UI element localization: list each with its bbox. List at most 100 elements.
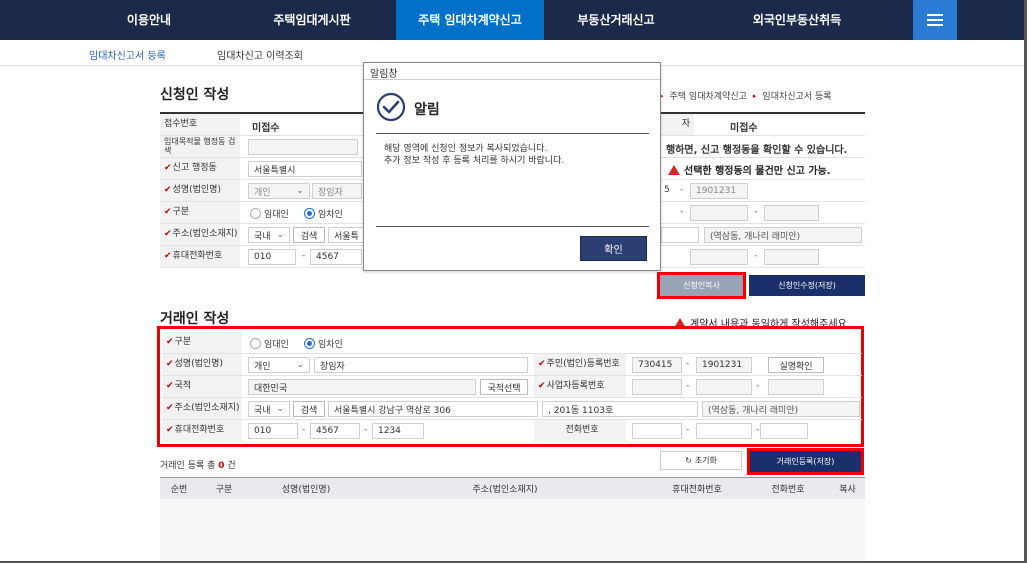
trader-verify-button[interactable]: 실명확인 — [768, 357, 824, 373]
trader-resident-label: ✔ 주민(법인)등록번호 — [534, 354, 626, 375]
col-mobile: 휴대전화번호 — [672, 485, 722, 495]
trader-count: 거래인 등록 총 0 건 — [160, 461, 236, 471]
search-input[interactable] — [248, 139, 358, 155]
trader-phone-part1[interactable]: 010 — [248, 423, 298, 439]
dash: - — [686, 359, 690, 369]
addr-search-button[interactable]: 검색 — [293, 227, 325, 243]
nav-item-foreigner[interactable]: 외국인부동산취득 — [722, 0, 872, 40]
trader-biz-part1[interactable] — [632, 379, 682, 395]
trader-type-row: ✔ 구분 임대인 임차인 — [162, 332, 862, 354]
save-applicant-button[interactable]: 신청인수정(저장) — [749, 275, 865, 296]
addr-label: ✔ 주소(법인소재지) — [160, 224, 240, 245]
trader-name-row: ✔성명(법인명) 개인 장임자 ✔주민(법인)등록번호 730415 - 190… — [162, 354, 862, 376]
trader-phone-part3[interactable]: 1234 — [372, 423, 424, 439]
trader-radio-tenant[interactable]: 임차인 — [304, 337, 343, 350]
receipt-right-value: 미접수 — [730, 123, 758, 134]
trader-nation-row: ✔ 국적 대한민국 국적선택 ✔ 사업자등록번호 - - — [162, 376, 862, 398]
trader-name-label: ✔ 성명(법인명) — [162, 354, 242, 375]
check-circle-icon — [376, 92, 406, 122]
trader-addr-row: ✔주소(법인소재지) 국내 검색 서울특별시 강남구 역삼로 306 , 201… — [162, 398, 862, 420]
trader-nation-input[interactable]: 대한민국 — [248, 379, 476, 395]
refresh-icon: ↻ — [685, 456, 692, 465]
trader-nation-button[interactable]: 국적선택 — [480, 379, 528, 395]
trader-radio-landlord[interactable]: 임대인 — [250, 337, 289, 350]
trader-resident-part2[interactable]: 1901231 — [696, 357, 752, 373]
trader-tel-part3[interactable] — [760, 423, 808, 439]
dialog-message-line: 추가 정보 작성 후 등록 처리를 하시기 바랍니다. — [384, 156, 565, 167]
extra-input-2[interactable] — [764, 205, 819, 221]
addr-input[interactable]: 서울특 — [328, 227, 364, 243]
col-type: 구분 — [215, 485, 233, 495]
col-name: 성명(법인명) — [281, 485, 331, 495]
trader-addr-detail-input[interactable]: , 201동 1103호 — [542, 401, 698, 417]
phone-part2[interactable]: 4567 — [310, 249, 362, 265]
reset-button[interactable]: ↻ 초기화 — [660, 451, 742, 470]
tel-part2[interactable] — [690, 249, 748, 265]
trader-addr-country-select[interactable]: 국내 — [248, 401, 290, 417]
trader-tel-part1[interactable] — [632, 423, 682, 439]
breadcrumb-item[interactable]: 주택 임대차계약신고 — [670, 89, 747, 102]
receipt-label: 접수번호 — [160, 114, 240, 135]
trader-addr-search-button[interactable]: 검색 — [293, 401, 325, 417]
col-address: 주소(법인소재지) — [472, 485, 538, 495]
trader-biz-part2[interactable] — [696, 379, 752, 395]
radio-icon — [250, 208, 261, 219]
trader-phone-label: ✔ 휴대전화번호 — [162, 420, 242, 442]
trader-addr-note: (역삼동, 개나리 래미안) — [702, 401, 860, 417]
breadcrumb: ▸ 주택 임대차계약신고 ▸ 임대차신고서 등록 — [660, 89, 832, 103]
menu-icon[interactable] — [913, 0, 957, 40]
nav-item-guide[interactable]: 이용안내 — [95, 0, 203, 40]
trader-phone-part2[interactable]: 4567 — [310, 423, 360, 439]
trader-name-type-select[interactable]: 개인 — [248, 357, 310, 373]
dash: - — [680, 185, 684, 195]
phone-label: ✔ 휴대전화번호 — [160, 246, 240, 267]
admin-district-input[interactable]: 서울특별시 — [248, 161, 362, 177]
dialog-message-line: 해당 영역에 신청인 정보가 복사되었습니다. — [384, 144, 548, 154]
confirm-button[interactable]: 확인 — [580, 236, 647, 261]
dash: - — [302, 425, 306, 435]
name-input[interactable]: 장임자 — [312, 183, 362, 199]
addr-detail-input[interactable] — [661, 227, 699, 243]
trader-phone-row: ✔ 휴대전화번호 010 - 4567 - 1234 전화번호 - - — [162, 420, 862, 442]
dash: - — [756, 381, 760, 391]
trader-tel-label: 전화번호 — [534, 420, 626, 442]
radio-tenant[interactable]: 임차인 — [304, 207, 343, 220]
nav-item-lease-report[interactable]: 주택 임대차계약신고 — [396, 0, 544, 40]
dash: - — [756, 425, 760, 435]
radio-checked-icon — [304, 338, 315, 349]
dialog-titlebar: 알림창 — [364, 63, 660, 80]
radio-landlord[interactable]: 임대인 — [250, 207, 289, 220]
dash: - — [680, 207, 684, 217]
nav-item-board[interactable]: 주택임대게시판 — [248, 0, 376, 40]
trader-name-input[interactable]: 장임자 — [314, 357, 528, 373]
subnav-history[interactable]: 임대차신고 이력조회 — [217, 47, 303, 62]
receipt-value: 미접수 — [252, 123, 280, 134]
dialog-divider — [376, 133, 649, 134]
copy-applicant-button[interactable]: 신청인복사 — [660, 275, 743, 296]
phone-part1[interactable]: 010 — [248, 249, 296, 265]
col-copy: 복사 — [839, 485, 856, 495]
breadcrumb-item[interactable]: 임대차신고서 등록 — [762, 89, 831, 102]
alert-dialog: 알림창 알림 해당 영역에 신청인 정보가 복사되었습니다. 추가 정보 작성 … — [363, 62, 661, 271]
dialog-divider — [376, 226, 649, 227]
nav-item-real-estate-trade[interactable]: 부동산거래신고 — [556, 0, 676, 40]
dialog-heading: 알림 — [414, 102, 440, 118]
id-part2[interactable]: 1901231 — [690, 183, 748, 199]
admin-note: 선택한 행정동의 물건만 신고 가능. — [668, 162, 831, 177]
col-tel: 전화번호 — [771, 485, 805, 495]
trader-biz-part3[interactable] — [768, 379, 824, 395]
register-trader-button[interactable]: 거래인등록(저장) — [750, 451, 861, 472]
trader-resident-part1[interactable]: 730415 — [632, 357, 682, 373]
dash: - — [302, 251, 306, 261]
addr-note: (역삼동, 개나리 래미안) — [704, 227, 862, 243]
warning-icon — [668, 164, 680, 175]
subnav-register[interactable]: 임대차신고서 등록 — [89, 47, 166, 62]
tel-part3[interactable] — [764, 249, 819, 265]
extra-input-1[interactable] — [690, 205, 748, 221]
name-label: ✔ 성명(법인명) — [160, 180, 240, 201]
name-type-select[interactable]: 개인 — [248, 183, 310, 199]
trader-type-label: ✔ 구분 — [162, 332, 242, 353]
addr-country-select[interactable]: 국내 — [248, 227, 290, 243]
trader-tel-part2[interactable] — [696, 423, 752, 439]
trader-addr-input[interactable]: 서울특별시 강남구 역삼로 306 — [328, 401, 538, 417]
